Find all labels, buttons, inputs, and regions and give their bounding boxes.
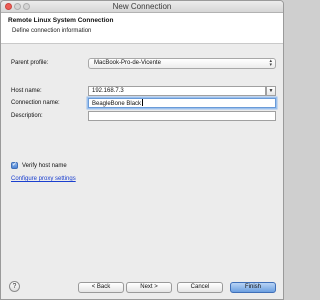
description-label: Description: <box>11 113 43 119</box>
host-name-combo[interactable]: 192.168.7.3 <box>88 86 266 96</box>
cancel-button[interactable]: Cancel <box>177 282 223 293</box>
host-name-dropdown-button[interactable]: ▼ <box>266 86 276 96</box>
select-arrows-icon: ▴ ▾ <box>269 58 272 68</box>
page-title: Remote Linux System Connection <box>8 17 114 24</box>
help-button[interactable]: ? <box>9 281 20 292</box>
checkmark-icon: ✓ <box>12 162 18 168</box>
parent-profile-select[interactable]: MacBook-Pro-de-Vicente ▴ ▾ <box>88 58 276 69</box>
next-button[interactable]: Next > <box>126 282 172 293</box>
help-icon: ? <box>12 283 17 290</box>
connection-name-field[interactable]: BeagleBone Black <box>88 98 276 108</box>
host-name-label: Host name: <box>11 88 42 94</box>
chevron-down-icon: ▼ <box>268 88 274 94</box>
connection-name-value: BeagleBone Black <box>92 101 142 107</box>
parent-profile-label: Parent profile: <box>11 60 49 66</box>
text-caret <box>142 99 144 106</box>
description-field[interactable] <box>88 111 276 121</box>
new-connection-dialog: New Connection Remote Linux System Conne… <box>0 0 284 300</box>
connection-name-label: Connection name: <box>11 100 60 106</box>
parent-profile-value: MacBook-Pro-de-Vicente <box>94 60 161 66</box>
back-button[interactable]: < Back <box>78 282 124 293</box>
title-bar: New Connection <box>1 1 283 13</box>
page-description: Define connection information <box>12 28 92 34</box>
host-name-value: 192.168.7.3 <box>92 88 124 94</box>
window-title: New Connection <box>112 2 172 11</box>
configure-proxy-link[interactable]: Configure proxy settings <box>11 176 76 182</box>
wizard-banner: Remote Linux System Connection Define co… <box>1 13 283 44</box>
verify-host-label: Verify host name <box>22 163 67 169</box>
verify-host-checkbox[interactable]: ✓ <box>11 162 18 169</box>
finish-button[interactable]: Finish <box>230 282 276 293</box>
